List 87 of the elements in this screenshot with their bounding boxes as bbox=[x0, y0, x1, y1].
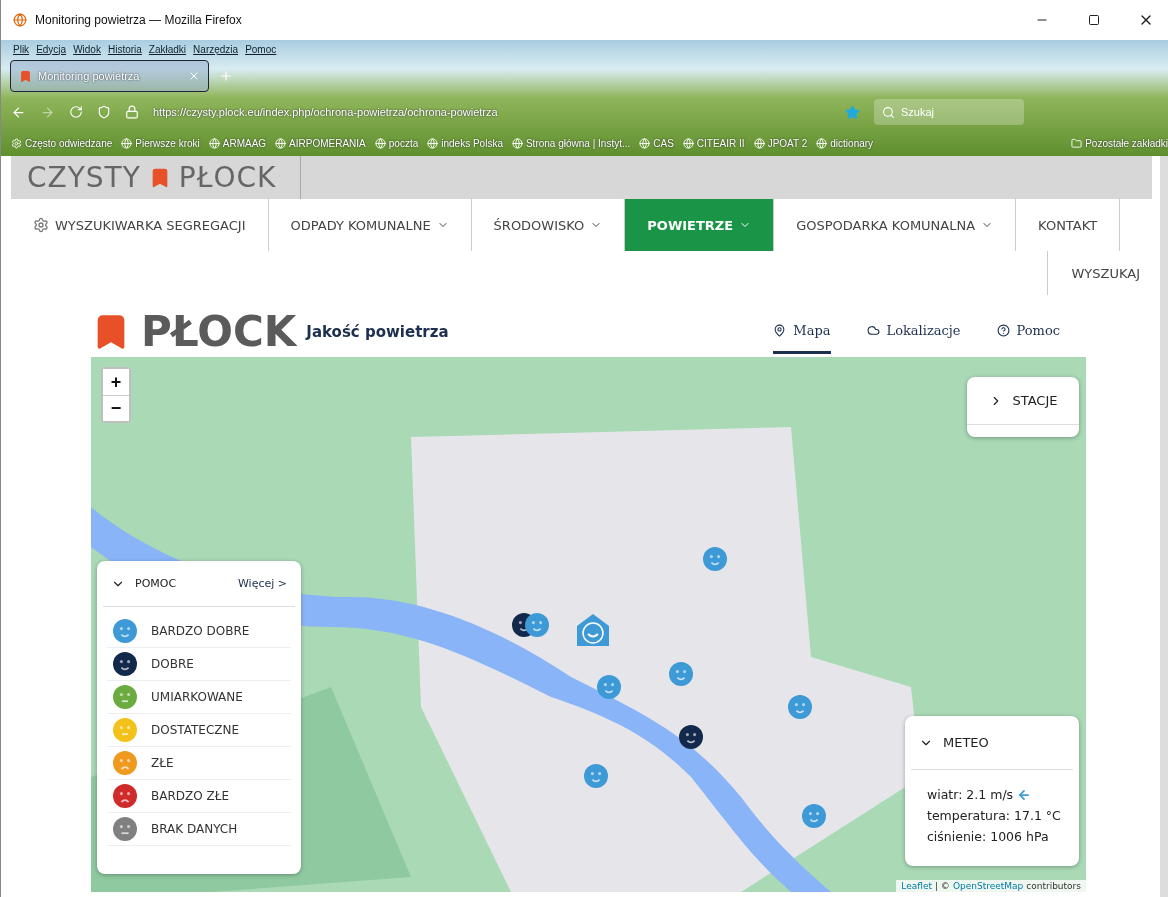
cloud-icon bbox=[866, 324, 880, 337]
nav-item[interactable]: ODPADY KOMUNALNE bbox=[268, 199, 472, 251]
station-marker bbox=[788, 695, 812, 719]
air-quality-face-icon bbox=[113, 784, 137, 808]
folder-icon bbox=[1071, 137, 1083, 149]
search-link[interactable]: WYSZUKAJ bbox=[1046, 251, 1152, 295]
wind-reading: wiatr: 2.1 m/s bbox=[927, 787, 1014, 802]
station-marker bbox=[597, 675, 621, 699]
air-quality-face-icon bbox=[113, 619, 137, 643]
gear-icon bbox=[33, 217, 49, 233]
air-quality-face-icon bbox=[113, 817, 137, 841]
globe-icon bbox=[427, 137, 439, 149]
window-title: Monitoring powietrza — Mozilla Firefox bbox=[35, 13, 243, 27]
globe-icon bbox=[208, 137, 220, 149]
menu-item[interactable]: Zakładki bbox=[148, 43, 187, 55]
legend-label: BARDZO DOBRE bbox=[151, 624, 250, 638]
globe-icon bbox=[816, 137, 828, 149]
search-icon bbox=[882, 105, 895, 119]
air-quality-face-icon bbox=[113, 685, 137, 709]
station-marker bbox=[669, 662, 693, 686]
back-icon[interactable] bbox=[11, 104, 26, 120]
map-pin-icon bbox=[773, 324, 787, 337]
nav-item[interactable]: KONTAKT bbox=[1016, 199, 1121, 251]
new-tab-icon[interactable] bbox=[219, 69, 233, 83]
more-link[interactable]: Więcej > bbox=[237, 577, 287, 590]
forward-icon[interactable] bbox=[40, 104, 55, 120]
stations-panel[interactable]: STACJE bbox=[967, 377, 1079, 437]
station-marker bbox=[703, 547, 727, 571]
legend-title: POMOC bbox=[135, 577, 178, 590]
globe-icon bbox=[511, 137, 523, 149]
globe-icon bbox=[374, 137, 386, 149]
station-home-marker[interactable] bbox=[576, 613, 610, 647]
app-tab[interactable]: Mapa bbox=[773, 310, 831, 354]
attribution-text: contributors bbox=[1026, 881, 1081, 891]
nav-item[interactable]: GOSPODARKA KOMUNALNA bbox=[774, 199, 1017, 251]
gear-icon bbox=[11, 137, 22, 149]
app-tab[interactable]: Pomoc bbox=[996, 310, 1060, 354]
maximize-icon bbox=[1088, 14, 1100, 26]
legend-label: DOBRE bbox=[151, 657, 194, 671]
attribution-separator: | © bbox=[934, 881, 950, 891]
app-logo: PŁOCK bbox=[141, 311, 297, 353]
menu-item[interactable]: Plik bbox=[13, 43, 30, 55]
station-marker bbox=[679, 725, 703, 749]
wind-arrow-icon bbox=[1017, 787, 1032, 802]
legend-label: BARDZO ZŁE bbox=[151, 789, 230, 803]
nav-item[interactable]: POWIETRZE bbox=[625, 199, 775, 251]
scrollbar[interactable] bbox=[1160, 156, 1168, 897]
menu-item[interactable]: Pomoc bbox=[245, 43, 277, 55]
globe-icon bbox=[682, 137, 694, 149]
app-title: Jakość powietrza bbox=[306, 323, 450, 341]
temperature-reading: temperatura: 17.1 °C bbox=[927, 807, 1062, 825]
legend-label: UMIARKOWANE bbox=[151, 690, 243, 704]
search-placeholder: Szukaj bbox=[901, 106, 935, 118]
app-tab[interactable]: Lokalizacje bbox=[866, 310, 961, 354]
pressure-reading: ciśnienie: 1006 hPa bbox=[927, 828, 1050, 846]
openstreetmap-link[interactable]: OpenStreetMap bbox=[952, 881, 1024, 891]
meteo-title: METEO bbox=[943, 735, 990, 750]
zoom-out-button[interactable]: − bbox=[103, 395, 129, 421]
help-icon bbox=[996, 324, 1010, 337]
leaflet-link[interactable]: Leaflet bbox=[901, 881, 932, 891]
logo-text: PŁOCK bbox=[178, 161, 277, 194]
star-icon[interactable] bbox=[845, 104, 860, 120]
globe-icon bbox=[275, 137, 287, 149]
logo-text: CZYSTY bbox=[27, 161, 141, 194]
close-tab-icon[interactable] bbox=[188, 70, 200, 82]
legend-label: BRAK DANYCH bbox=[151, 822, 238, 836]
menu-item[interactable]: Edycja bbox=[36, 43, 67, 55]
air-quality-face-icon bbox=[113, 652, 137, 676]
legend-label: ZŁE bbox=[151, 756, 174, 770]
reload-icon[interactable] bbox=[69, 105, 83, 119]
globe-icon bbox=[121, 137, 133, 149]
menu-item[interactable]: Widok bbox=[73, 43, 101, 55]
air-quality-face-icon bbox=[113, 751, 137, 775]
lock-icon[interactable] bbox=[125, 105, 139, 119]
air-quality-face-icon bbox=[113, 718, 137, 742]
nav-item[interactable]: WYSZUKIWARKA SEGREGACJI bbox=[11, 199, 269, 251]
station-marker bbox=[525, 613, 549, 637]
stations-label: STACJE bbox=[1012, 393, 1058, 408]
menu-item[interactable]: Narzędzia bbox=[193, 43, 239, 55]
globe-icon bbox=[639, 137, 651, 149]
shield-icon[interactable] bbox=[97, 105, 111, 119]
legend-label: DOSTATECZNE bbox=[151, 723, 240, 737]
station-marker bbox=[584, 764, 608, 788]
station-marker bbox=[802, 804, 826, 828]
menu-item[interactable]: Historia bbox=[107, 43, 142, 55]
globe-icon bbox=[753, 137, 765, 149]
tab-favicon-icon bbox=[19, 69, 32, 83]
